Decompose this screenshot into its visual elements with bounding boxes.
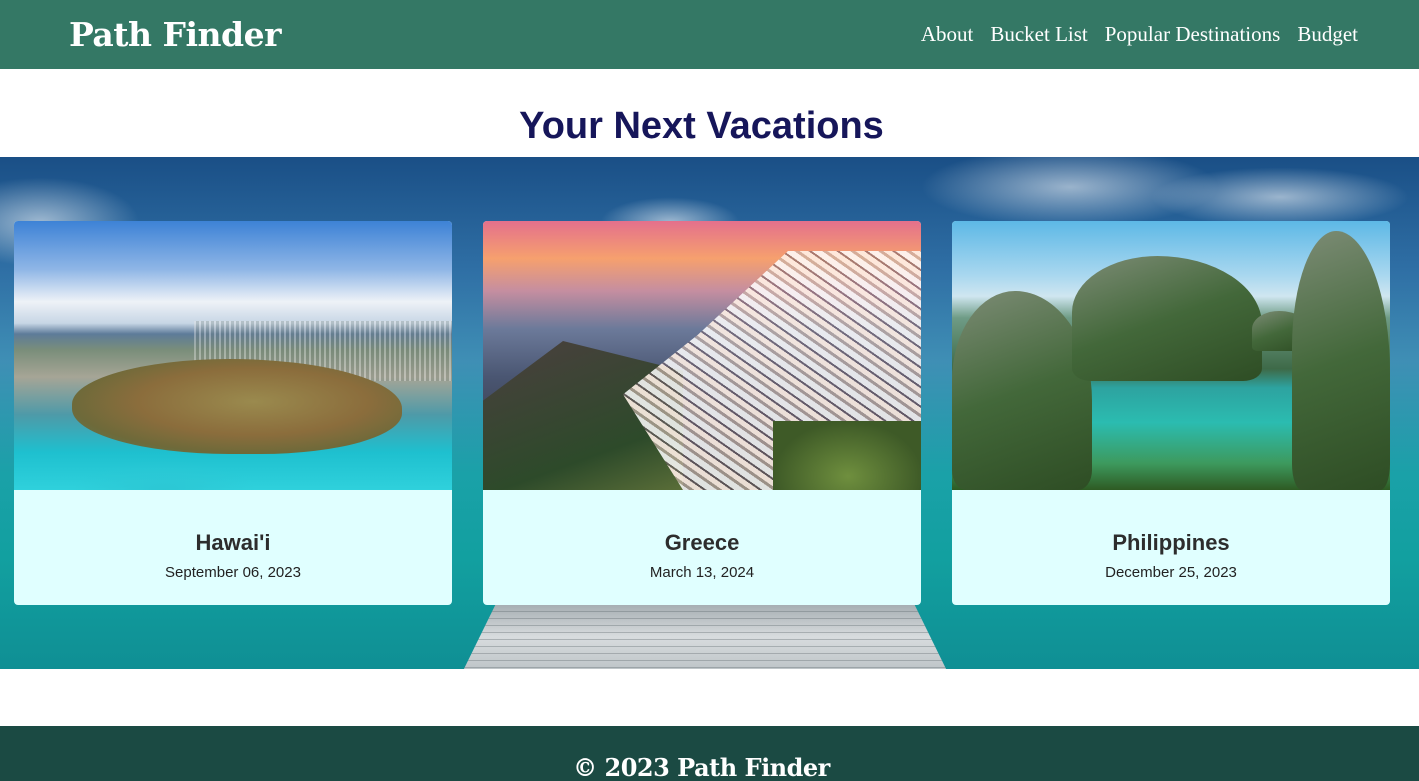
nav-link-about[interactable]: About	[921, 22, 974, 47]
card-trip-date: September 06, 2023	[165, 564, 301, 581]
crater-landform	[72, 359, 402, 454]
site-header: Path Finder About Bucket List Popular De…	[0, 0, 1419, 69]
main-nav: About Bucket List Popular Destinations B…	[921, 22, 1358, 47]
vacation-card-philippines[interactable]: Philippines December 25, 2023	[952, 221, 1390, 605]
footer-copyright: © 2023 Path Finder	[573, 753, 830, 781]
foreground-greenery	[773, 421, 921, 490]
vacation-card-greece[interactable]: Greece March 13, 2024	[483, 221, 921, 605]
limestone-rock	[952, 291, 1092, 490]
card-trip-date: December 25, 2023	[1105, 564, 1237, 581]
card-info: Greece March 13, 2024	[483, 490, 921, 605]
card-destination-name: Greece	[664, 530, 740, 555]
page-title: Your Next Vacations	[519, 105, 884, 147]
cloud-decoration	[1150, 167, 1410, 227]
card-info: Philippines December 25, 2023	[952, 490, 1390, 605]
nav-link-popular-destinations[interactable]: Popular Destinations	[1105, 22, 1281, 47]
card-destination-name: Philippines	[1112, 530, 1230, 555]
nav-link-budget[interactable]: Budget	[1297, 22, 1358, 47]
hawaii-photo	[14, 221, 452, 490]
nav-link-bucket-list[interactable]: Bucket List	[990, 22, 1087, 47]
card-info: Hawai'i September 06, 2023	[14, 490, 452, 605]
brand-logo[interactable]: Path Finder	[69, 15, 281, 54]
greece-photo	[483, 221, 921, 490]
card-destination-name: Hawai'i	[195, 530, 271, 555]
philippines-photo	[952, 221, 1390, 490]
limestone-rock	[1292, 231, 1390, 490]
card-trip-date: March 13, 2024	[649, 564, 755, 581]
limestone-rock	[1072, 256, 1262, 381]
dock-planks	[460, 597, 950, 669]
vacation-card-hawaii[interactable]: Hawai'i September 06, 2023	[14, 221, 452, 605]
